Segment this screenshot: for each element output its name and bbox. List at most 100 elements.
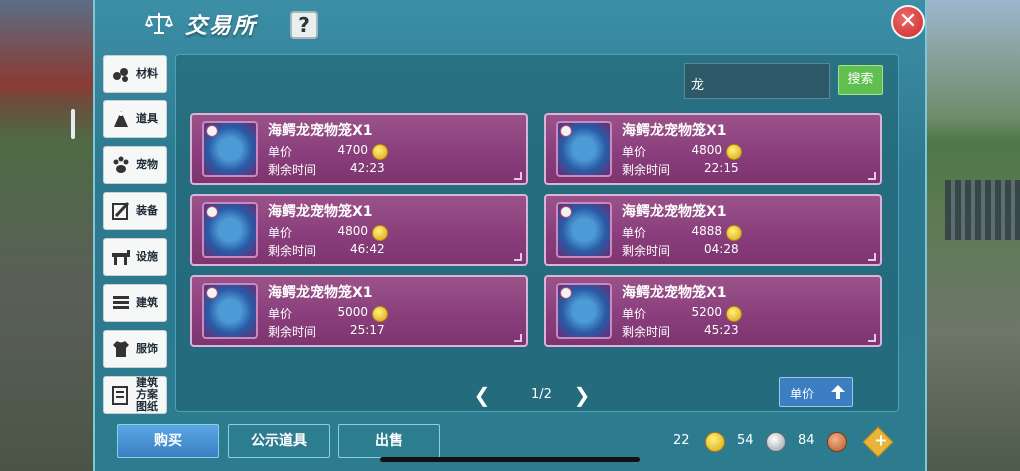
background-fence — [945, 180, 1020, 240]
time-label: 剩余时间 — [268, 163, 317, 177]
dragon-cage-thumbnail — [556, 283, 612, 339]
exchange-panel: 交易所 ? ✕ 材料 道具 宠物 装备 设施 建筑 服饰 建筑方案图纸 龙 搜索… — [71, 0, 927, 471]
lock-badge-icon — [560, 125, 572, 137]
gold-coin-icon — [726, 225, 742, 241]
dragon-cage-thumbnail — [202, 121, 258, 177]
scales-icon — [145, 13, 173, 34]
price-label: 单价 — [268, 307, 293, 321]
silver-amount: 54 — [737, 433, 754, 448]
sidebar-item-label: 服饰 — [136, 342, 158, 355]
listing-time: 42:23 — [350, 161, 385, 175]
sidebar-item-pets[interactable]: 宠物 — [103, 146, 167, 184]
time-label: 剩余时间 — [268, 325, 317, 339]
gold-coin-icon — [372, 144, 388, 160]
listing-card[interactable]: 海鳄龙宠物笼X1 单价 5200 剩余时间 45:23 — [544, 275, 882, 347]
window-title: 交易所 — [185, 14, 258, 39]
dragon-cage-thumbnail — [202, 283, 258, 339]
home-indicator[interactable] — [380, 457, 640, 462]
corner-mark — [514, 334, 522, 342]
sidebar-item-label: 材料 — [136, 67, 158, 80]
sidebar-item-label: 建筑方案图纸 — [136, 376, 158, 413]
close-button[interactable]: ✕ — [891, 5, 925, 39]
title-bar: 交易所 ? ✕ — [95, 0, 925, 48]
item-icon — [114, 111, 128, 127]
paw-icon — [113, 156, 129, 173]
sidebar-item-buildings[interactable]: 建筑 — [103, 284, 167, 322]
corner-mark — [868, 172, 876, 180]
corner-mark — [514, 172, 522, 180]
sidebar-item-label: 道具 — [136, 112, 158, 125]
listing-name: 海鳄龙宠物笼X1 — [268, 285, 373, 301]
listing-card[interactable]: 海鳄龙宠物笼X1 单价 4888 剩余时间 04:28 — [544, 194, 882, 266]
lock-badge-icon — [206, 206, 218, 218]
listing-time: 45:23 — [704, 323, 739, 337]
listing-price: 4700 — [337, 143, 368, 157]
lock-badge-icon — [206, 125, 218, 137]
listing-card[interactable]: 海鳄龙宠物笼X1 单价 4800 剩余时间 46:42 — [190, 194, 528, 266]
tab-sell[interactable]: 出售 — [338, 424, 440, 458]
tab-public-items[interactable]: 公示道具 — [228, 424, 330, 458]
listing-card[interactable]: 海鳄龙宠物笼X1 单价 4700 剩余时间 42:23 — [190, 113, 528, 185]
lock-badge-icon — [206, 287, 218, 299]
listing-area: 龙 搜索 海鳄龙宠物笼X1 单价 4700 剩余时间 42:23 海鳄龙宠物笼X… — [175, 54, 899, 412]
sidebar-item-blueprints[interactable]: 建筑方案图纸 — [103, 376, 167, 414]
equipment-icon — [112, 201, 130, 220]
listing-card[interactable]: 海鳄龙宠物笼X1 单价 5000 剩余时间 25:17 — [190, 275, 528, 347]
building-icon — [113, 296, 129, 309]
sidebar-item-equipment[interactable]: 装备 — [103, 192, 167, 230]
listing-name: 海鳄龙宠物笼X1 — [622, 123, 727, 139]
time-label: 剩余时间 — [622, 325, 671, 339]
copper-amount: 84 — [798, 433, 815, 448]
silver-coin-icon — [766, 432, 786, 452]
listing-price: 4800 — [691, 143, 722, 157]
gold-coin-icon — [705, 432, 725, 452]
tab-buy[interactable]: 购买 — [117, 424, 219, 458]
corner-mark — [868, 334, 876, 342]
listing-card[interactable]: 海鳄龙宠物笼X1 单价 4800 剩余时间 22:15 — [544, 113, 882, 185]
facility-icon — [112, 250, 130, 265]
lock-badge-icon — [560, 287, 572, 299]
listing-price: 5000 — [337, 305, 368, 319]
time-label: 剩余时间 — [268, 244, 317, 258]
sidebar-item-facilities[interactable]: 设施 — [103, 238, 167, 276]
corner-mark — [514, 253, 522, 261]
listing-price: 4888 — [691, 224, 722, 238]
gold-amount: 22 — [673, 433, 690, 448]
listing-time: 22:15 — [704, 161, 739, 175]
sort-by-price-button[interactable]: 单价 — [779, 377, 853, 407]
lock-badge-icon — [560, 206, 572, 218]
page-indicator: 1/2 — [531, 387, 552, 402]
prev-page-button[interactable]: ❮ — [472, 385, 492, 405]
next-page-button[interactable]: ❯ — [572, 385, 592, 405]
price-label: 单价 — [622, 226, 647, 240]
add-currency-button[interactable]: + — [862, 426, 894, 458]
price-label: 单价 — [268, 145, 293, 159]
help-button[interactable]: ? — [290, 11, 318, 39]
gold-coin-icon — [372, 306, 388, 322]
game-background-right — [925, 0, 1020, 471]
price-label: 单价 — [622, 145, 647, 159]
listing-price: 4800 — [337, 224, 368, 238]
materials-icon — [113, 68, 128, 82]
gold-coin-icon — [726, 306, 742, 322]
listing-time: 25:17 — [350, 323, 385, 337]
listing-price: 5200 — [691, 305, 722, 319]
price-label: 单价 — [622, 307, 647, 321]
listing-name: 海鳄龙宠物笼X1 — [622, 285, 727, 301]
price-label: 单价 — [268, 226, 293, 240]
listing-time: 04:28 — [704, 242, 739, 256]
gold-coin-icon — [726, 144, 742, 160]
time-label: 剩余时间 — [622, 244, 671, 258]
sidebar-item-materials[interactable]: 材料 — [103, 55, 167, 93]
dragon-cage-thumbnail — [556, 202, 612, 258]
dragon-cage-thumbnail — [202, 202, 258, 258]
sidebar-item-items[interactable]: 道具 — [103, 100, 167, 138]
search-input[interactable]: 龙 — [684, 63, 830, 99]
listing-name: 海鳄龙宠物笼X1 — [268, 123, 373, 139]
sort-label: 单价 — [790, 387, 815, 401]
time-label: 剩余时间 — [622, 163, 671, 177]
sidebar-item-clothing[interactable]: 服饰 — [103, 330, 167, 368]
search-button[interactable]: 搜索 — [838, 65, 883, 95]
gold-coin-icon — [372, 225, 388, 241]
scroll-indicator[interactable] — [71, 109, 75, 139]
